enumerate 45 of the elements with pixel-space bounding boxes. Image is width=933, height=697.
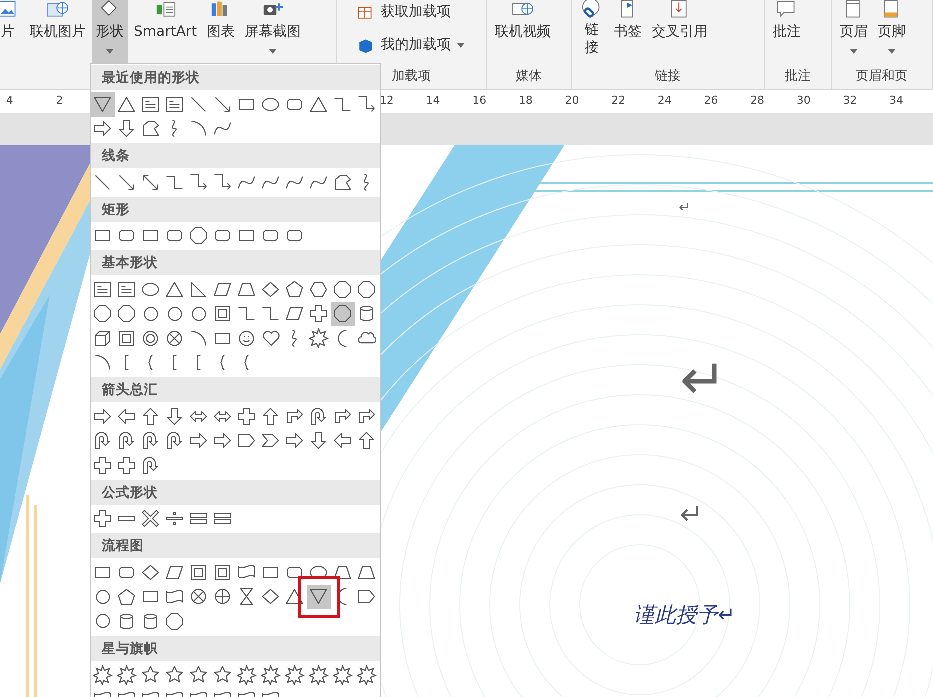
section-header: 基本形状 [91,250,380,275]
ribbon-button[interactable]: 链接 [576,0,608,64]
section-header: 矩形 [91,196,380,222]
ribbon-button[interactable]: SmartArt [130,0,202,64]
group-label: 链接 [654,68,682,86]
ribbon-button[interactable]: 图表 [203,0,240,64]
group-label: 页眉和页 [855,68,909,86]
ribbon-button[interactable]: 页眉 [836,0,872,64]
add-in-button[interactable]: 我的加载项 [349,33,471,58]
ruler-number: 22 [610,93,627,110]
ribbon-button[interactable]: 书签 [610,0,646,64]
group-label: 媒体 [515,68,543,86]
ribbon-button[interactable]: 页脚 [874,0,910,64]
caption-text: 谨此授予↵ [634,602,736,629]
ribbon-button[interactable]: 交叉引用 [648,0,712,64]
section-header: 星与旗帜 [91,636,380,660]
ruler-number: 18 [518,93,534,110]
ruler-number: 32 [842,93,858,110]
ruler-number: 26 [703,93,720,110]
ruler-number: 14 [425,93,442,110]
section-header: 流程图 [91,533,380,558]
ruler-number: 16 [472,93,488,110]
paragraph-mark: ↵ [680,501,704,529]
paragraph-mark: ↵ [679,201,691,215]
ruler-number: 12 [378,93,395,110]
ribbon-button[interactable]: 形状 [92,0,128,64]
add-in-button[interactable]: 获取加载项 [349,0,471,25]
ruler-number: 20 [564,93,580,110]
ruler-number: 28 [750,93,766,110]
ribbon-button[interactable]: 片 [0,0,24,64]
section-header: 公式形状 [91,480,380,504]
ribbon-button[interactable]: 联机视频 [491,0,555,64]
paragraph-mark: ↵ [680,353,727,409]
group-label: 批注 [784,68,812,86]
ruler-number: 30 [796,93,812,110]
ruler-number: 34 [888,93,905,110]
ribbon-button[interactable]: 联机图片 [26,0,90,64]
ruler-number: 4 [5,93,14,110]
ruler-number: 24 [656,93,673,110]
section-header: 线条 [91,143,380,168]
ribbon-button[interactable]: 批注 [769,0,805,64]
group-label: 加载项 [391,68,432,86]
section-header: 最近使用的形状 [91,65,380,90]
ruler-number: 2 [55,93,64,110]
section-header: 箭头总汇 [91,377,380,402]
